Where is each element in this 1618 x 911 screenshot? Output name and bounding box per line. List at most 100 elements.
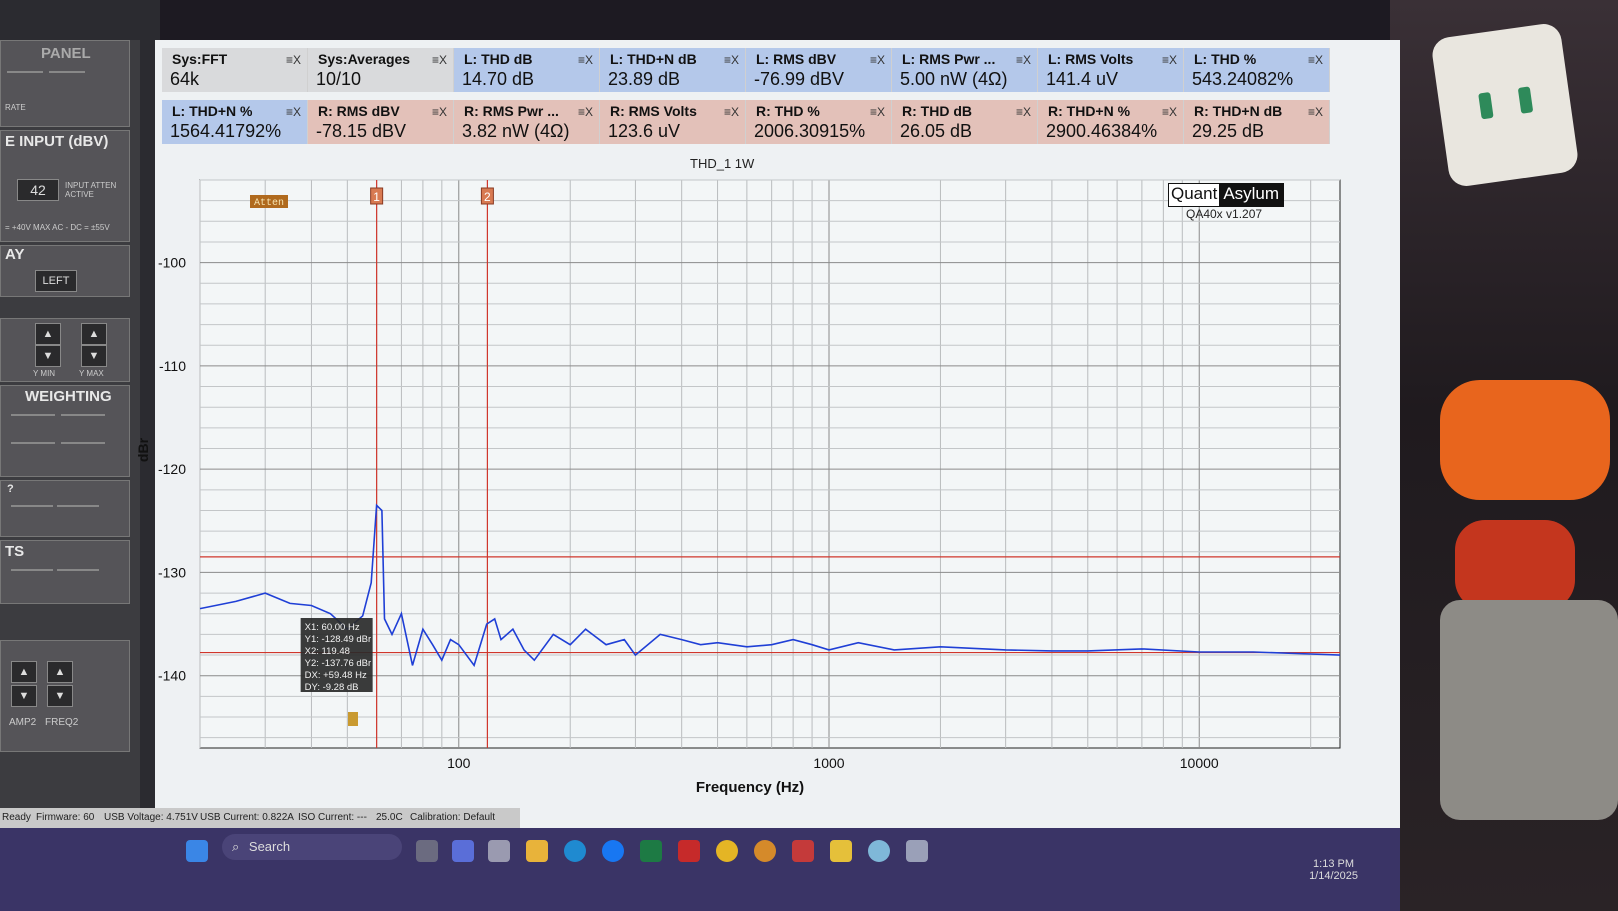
input-range-value[interactable]: 42 <box>17 179 59 201</box>
stat-menu-close-icon[interactable]: ≡X <box>1308 53 1323 67</box>
stat-menu-close-icon[interactable]: ≡X <box>870 105 885 119</box>
ymin-up-button[interactable]: ▲ <box>35 323 61 345</box>
snipping-tool-icon[interactable] <box>906 840 928 862</box>
search-label: Search <box>248 839 291 854</box>
amp2-down-button[interactable]: ▼ <box>11 685 37 707</box>
app-version: QA40x v1.207 <box>1186 207 1263 221</box>
stat-label: R: RMS Volts <box>610 103 697 119</box>
ts-button-2[interactable] <box>57 569 99 571</box>
acrobat-icon[interactable] <box>678 840 700 862</box>
freq2-label: FREQ2 <box>45 717 79 728</box>
stat-label: R: RMS dBV <box>318 103 400 119</box>
stat-tile: R: RMS dBV ≡X -78.15 dBV <box>308 100 454 144</box>
status-ready: Ready <box>2 812 31 823</box>
stat-label: R: THD % <box>756 103 820 119</box>
help-button-2[interactable] <box>57 505 99 507</box>
stat-label: L: THD % <box>1194 51 1257 67</box>
help-icon[interactable]: ? <box>7 483 14 495</box>
logo-right: Asylum <box>1219 184 1284 206</box>
stat-menu-close-icon[interactable]: ≡X <box>578 53 593 67</box>
amp-freq-section: ▲ ▼ ▲ ▼ AMP2 FREQ2 <box>0 640 130 752</box>
ymin-label: Y MIN <box>33 369 56 378</box>
quantasylum-logo: Quant Asylum <box>1168 183 1285 207</box>
freq2-up-button[interactable]: ▲ <box>47 661 73 683</box>
stat-menu-close-icon[interactable]: ≡X <box>1308 105 1323 119</box>
clock-time: 1:13 PM <box>1313 858 1355 870</box>
windows-taskbar <box>0 828 1400 911</box>
stat-menu-close-icon[interactable]: ≡X <box>432 53 447 67</box>
app-icon[interactable] <box>830 840 852 862</box>
input-caption: = +40V MAX AC - DC = ±55V <box>5 223 110 232</box>
stat-menu-close-icon[interactable]: ≡X <box>578 105 593 119</box>
weighting-button-2[interactable] <box>61 414 105 416</box>
logo-left: Quant <box>1169 184 1220 206</box>
power-plug <box>1430 21 1580 189</box>
ts-button-1[interactable] <box>11 569 53 571</box>
stat-label: R: THD dB <box>902 103 972 119</box>
stat-menu-close-icon[interactable]: ≡X <box>286 105 301 119</box>
stat-menu-close-icon[interactable]: ≡X <box>870 53 885 67</box>
facebook-icon[interactable] <box>602 840 624 862</box>
task-view-icon[interactable] <box>416 840 438 862</box>
stat-label: L: RMS Volts <box>1048 51 1134 67</box>
stat-value: 2900.46384% <box>1046 121 1158 141</box>
left-channel-button[interactable]: LEFT <box>35 270 77 292</box>
taskbar-search[interactable]: ⌕ Search <box>222 834 402 860</box>
chrome-profile-icon[interactable] <box>754 840 776 862</box>
ymax-up-button[interactable]: ▲ <box>81 323 107 345</box>
stat-value: 2006.30915% <box>754 121 866 141</box>
weighting-section: WEIGHTING <box>0 385 130 477</box>
help-button-1[interactable] <box>11 505 53 507</box>
stat-value: 123.6 uV <box>608 121 681 141</box>
stat-menu-close-icon[interactable]: ≡X <box>1162 53 1177 67</box>
stat-menu-close-icon[interactable]: ≡X <box>286 53 301 67</box>
stat-menu-close-icon[interactable]: ≡X <box>724 53 739 67</box>
teams-icon[interactable] <box>452 840 474 862</box>
stat-value: 29.25 dB <box>1192 121 1265 141</box>
display-title: AY <box>5 246 25 263</box>
status-temperature: 25.0C <box>376 812 403 823</box>
stat-tile: L: THD dB ≡X 14.70 dB <box>454 48 600 92</box>
weighting-button-1[interactable] <box>11 414 55 416</box>
qa40x-app-icon[interactable] <box>792 840 814 862</box>
stat-tile: L: THD+N % ≡X 1564.41792% <box>162 100 308 144</box>
stat-menu-close-icon[interactable]: ≡X <box>724 105 739 119</box>
chrome-icon[interactable] <box>716 840 738 862</box>
ymax-down-button[interactable]: ▼ <box>81 345 107 367</box>
stat-tile: R: THD dB ≡X 26.05 dB <box>892 100 1038 144</box>
amp2-up-button[interactable]: ▲ <box>11 661 37 683</box>
status-calibration: Calibration: Default <box>410 812 496 823</box>
stat-tile: R: RMS Volts ≡X 123.6 uV <box>600 100 746 144</box>
stat-menu-close-icon[interactable]: ≡X <box>432 105 447 119</box>
status-firmware: Firmware: 60 <box>36 812 95 823</box>
file-explorer-icon[interactable] <box>526 840 548 862</box>
excel-icon[interactable] <box>640 840 662 862</box>
weighting-button-3[interactable] <box>11 442 55 444</box>
ts-title: TS <box>5 543 25 560</box>
taskbar-clock[interactable]: 1:13 PM 1/14/2025 <box>1309 858 1358 882</box>
stat-label: L: THD dB <box>464 51 533 67</box>
rate-button-2[interactable] <box>49 71 85 73</box>
stat-menu-close-icon[interactable]: ≡X <box>1162 105 1177 119</box>
freq2-down-button[interactable]: ▼ <box>47 685 73 707</box>
stat-value: 26.05 dB <box>900 121 973 141</box>
paint-icon[interactable] <box>868 840 890 862</box>
analyzer-window <box>155 40 1400 840</box>
stat-menu-close-icon[interactable]: ≡X <box>1016 53 1031 67</box>
edge-icon[interactable] <box>564 840 586 862</box>
store-icon[interactable] <box>488 840 510 862</box>
input-atten-label: INPUT ATTEN ACTIVE <box>65 181 117 199</box>
stat-menu-close-icon[interactable]: ≡X <box>1016 105 1031 119</box>
stat-label: L: RMS Pwr ... <box>902 51 996 67</box>
panel-section-top: PANEL RATE <box>0 40 130 127</box>
windows-start-icon[interactable] <box>186 840 208 862</box>
stat-label: R: THD+N % <box>1048 103 1131 119</box>
ymin-down-button[interactable]: ▼ <box>35 345 61 367</box>
status-bar: Ready Firmware: 60 USB Voltage: 4.751V U… <box>0 808 520 828</box>
panel-title: PANEL <box>41 45 91 62</box>
stat-value: 1564.41792% <box>170 121 282 141</box>
rate-button[interactable] <box>7 71 43 73</box>
stat-label: Sys:FFT <box>172 51 228 67</box>
status-usb-current: USB Current: 0.822A <box>200 812 294 823</box>
weighting-button-4[interactable] <box>61 442 105 444</box>
